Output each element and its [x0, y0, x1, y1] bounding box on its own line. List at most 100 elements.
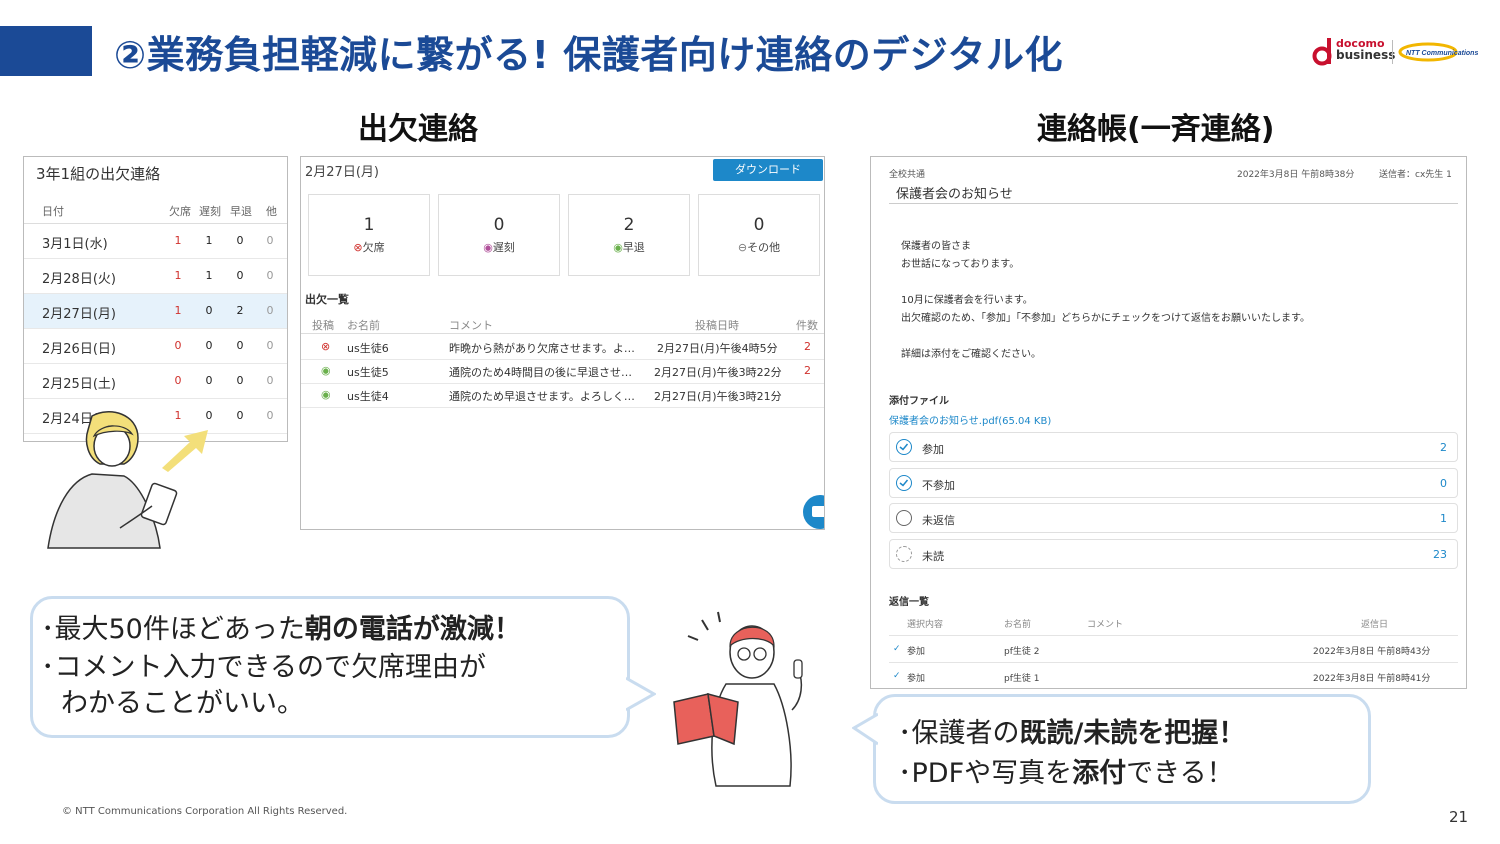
attendance-section-title: 出欠連絡	[358, 112, 478, 147]
attendance-list-title: 出欠一覧	[305, 293, 349, 306]
attendance-row[interactable]: 2月28日(火) 1 1 0 0	[24, 259, 287, 294]
bubble-line-3: わかることがいい。	[61, 688, 304, 719]
reply-option-no-reply[interactable]: 未返信 1	[889, 503, 1458, 533]
bubble-line-2: ･コメント入力できるので欠席理由が	[41, 652, 486, 683]
row-date: 3月1日(水)	[42, 237, 108, 252]
late-count: 1	[205, 234, 213, 247]
stat-value: 1	[363, 215, 375, 235]
stat-card-absent[interactable]: 1 ⊗欠席	[308, 194, 430, 276]
svg-text:NTT Communications: NTT Communications	[1406, 50, 1478, 57]
notice-section-title: 連絡帳(一斉連絡)	[1037, 112, 1275, 147]
attendance-row[interactable]: 2月26日(日) 0 0 0 0	[24, 329, 287, 364]
attendance-row[interactable]: 3月1日(水) 1 1 0 0	[24, 224, 287, 259]
posted-datetime: 2月27日(月)午後3時21分	[654, 390, 782, 403]
reply-name: pf生徒 2	[1004, 647, 1040, 657]
late-circle-icon: ◉	[483, 241, 493, 254]
bubble-line-2: ･PDFや写真を添付できる！	[898, 751, 1234, 790]
early-count: 0	[236, 269, 244, 282]
attendance-row-selected[interactable]: 2月27日(月) 1 0 2 0	[24, 294, 287, 329]
company-logos: docomo business NTT Communications	[1310, 36, 1480, 70]
comment-text: 昨晩から熱があり欠席させます。よ…	[449, 342, 635, 355]
col-comment: コメント	[1087, 620, 1124, 630]
stat-label: 早退	[622, 241, 645, 254]
reply-list-row[interactable]: ✓ 参加 pf生徒 1 2022年3月8日 午前8時41分	[889, 663, 1458, 688]
logo-divider	[1392, 40, 1393, 64]
reply-list-row[interactable]: ✓ 参加 pf生徒 2 2022年3月8日 午前8時43分	[889, 636, 1458, 663]
stat-card-early[interactable]: 2 ◉早退	[568, 194, 690, 276]
row-date: 2月25日(土)	[42, 377, 116, 392]
body-line: 保護者の皆さま	[901, 241, 971, 252]
bubble-line-1: ･保護者の既読/未読を把握！	[898, 711, 1245, 750]
other-count: 0	[266, 234, 274, 247]
bubble-emphasis: 朝の電話が激減！	[304, 614, 521, 645]
attendance-row[interactable]: 2月25日(土) 0 0 0 0	[24, 364, 287, 399]
reply-option-unread[interactable]: 未読 23	[889, 539, 1458, 569]
stat-label: 遅刻	[492, 241, 515, 254]
class-attendance-heading: 3年1組の出欠連絡	[36, 165, 161, 183]
chat-bubble-icon	[812, 506, 824, 517]
option-label: 参加	[922, 443, 944, 456]
col-posted-at: 投稿日時	[695, 319, 739, 332]
notice-scope: 全校共通	[889, 170, 926, 180]
reply-option-decline[interactable]: 不参加 0	[889, 468, 1458, 498]
late-count: 0	[205, 304, 213, 317]
detail-date: 2月27日(月)	[305, 165, 379, 180]
absent-x-icon: ⊗	[353, 241, 363, 254]
student-name: us生徒5	[347, 366, 389, 379]
col-choice: 選択内容	[907, 620, 944, 630]
reply-date: 2022年3月8日 午前8時43分	[1313, 647, 1431, 657]
attendance-list-row[interactable]: ⊗ us生徒6 昨晩から熱があり欠席させます。よ… 2月27日(月)午後4時5分…	[301, 335, 824, 360]
check-circle-icon	[896, 475, 912, 491]
page-number: 21	[1449, 808, 1469, 826]
other-count: 0	[266, 304, 274, 317]
reply-option-attend[interactable]: 参加 2	[889, 432, 1458, 462]
comment-text: 通院のため早退させます。よろしく…	[449, 390, 635, 403]
attachment-file-link[interactable]: 保護者会のお知らせ.pdf(65.04 KB)	[889, 412, 1051, 427]
stat-card-late[interactable]: 0 ◉遅刻	[438, 194, 560, 276]
attendance-list-row[interactable]: ◉ us生徒5 通院のため4時間目の後に早退させ… 2月27日(月)午後3時22…	[301, 359, 824, 384]
col-absent: 欠席	[169, 205, 191, 218]
posted-datetime: 2月27日(月)午後4時5分	[657, 342, 778, 355]
late-count: 0	[205, 409, 213, 422]
early-count: 0	[236, 339, 244, 352]
attendance-summary-panel: 3年1組の出欠連絡 日付 欠席 遅刻 早退 他 3月1日(水) 1 1 0 0 …	[23, 156, 288, 442]
option-count: 0	[1440, 477, 1447, 490]
reply-choice: 参加	[907, 674, 926, 684]
row-date: 2月28日(火)	[42, 272, 116, 287]
col-date: 日付	[42, 205, 64, 218]
ntt-communications-logo-icon: NTT Communications	[1398, 42, 1478, 62]
col-early: 早退	[230, 205, 252, 218]
chat-button[interactable]	[803, 495, 824, 529]
stat-value: 2	[623, 215, 635, 235]
other-count: 0	[266, 339, 274, 352]
comment-text: 通院のため4時間目の後に早退させ…	[449, 366, 632, 379]
late-count: 1	[205, 269, 213, 282]
feedback-bubble-right: ･保護者の既読/未読を把握！ ･PDFや写真を添付できる！	[873, 694, 1371, 804]
posted-datetime: 2月27日(月)午後3時22分	[654, 366, 782, 379]
notice-sender: 送信者：cx先生 1	[1379, 170, 1452, 180]
download-button[interactable]: ダウンロード	[713, 159, 823, 181]
absent-x-icon: ⊗	[321, 340, 331, 353]
body-line: 詳細は添付をご確認ください。	[901, 349, 1041, 360]
other-count: 0	[266, 374, 274, 387]
feedback-bubble-left: ･最大50件ほどあった朝の電話が激減！ ･コメント入力できるので欠席理由が わか…	[30, 596, 630, 738]
empty-circle-icon	[896, 510, 912, 526]
title-accent-bar	[0, 26, 92, 76]
notice-detail-panel: 全校共通 2022年3月8日 午前8時38分 送信者：cx先生 1 保護者会のお…	[870, 156, 1467, 689]
option-count: 1	[1440, 512, 1447, 525]
reply-date: 2022年3月8日 午前8時41分	[1313, 674, 1431, 684]
option-count: 23	[1433, 548, 1447, 561]
col-late: 遅刻	[199, 205, 221, 218]
col-count: 件数	[796, 319, 818, 332]
attendance-detail-panel: 2月27日(月) ダウンロード 1 ⊗欠席 0 ◉遅刻 2 ◉早退 0 ⊖その他…	[300, 156, 825, 530]
reply-name: pf生徒 1	[1004, 674, 1040, 684]
reply-list-header: 選択内容 お名前 コメント 返信日	[889, 609, 1458, 636]
stat-label: 欠席	[362, 241, 385, 254]
bubble-text: ･最大50件ほどあった	[41, 614, 305, 645]
other-count: 0	[266, 409, 274, 422]
bubble-tail-icon	[852, 712, 878, 746]
dashed-circle-icon	[896, 546, 912, 562]
stat-card-other[interactable]: 0 ⊖その他	[698, 194, 820, 276]
copyright-footer: © NTT Communications Corporation All Rig…	[62, 806, 348, 817]
attendance-list-row[interactable]: ◉ us生徒4 通院のため早退させます。よろしく… 2月27日(月)午後3時21…	[301, 383, 824, 408]
